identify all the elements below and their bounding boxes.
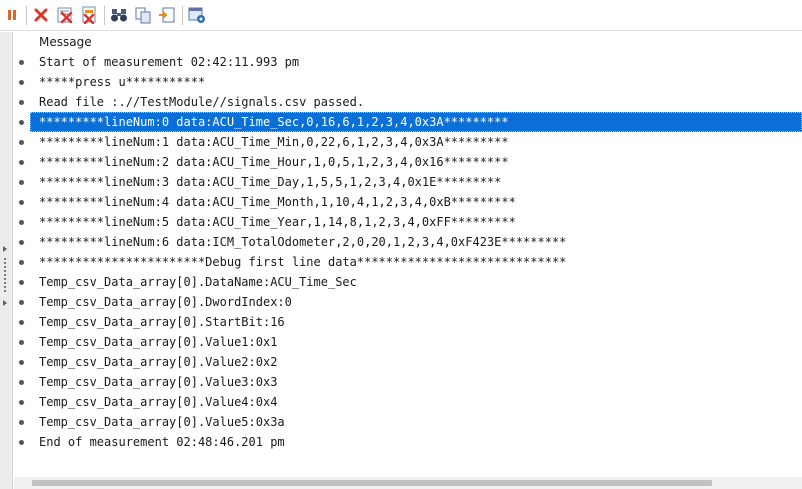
row-bullet-icon [19,80,24,85]
log-row[interactable]: Start of measurement 02:42:11.993 pm [14,52,802,72]
row-bullet-icon [19,300,24,305]
collapse-arrow-icon[interactable] [3,300,7,306]
grip-dot [4,274,6,276]
log-row[interactable]: Temp_csv_Data_array[0].Value1:0x1 [14,332,802,352]
clear-selected-icon[interactable] [80,6,98,25]
log-row-text: *********lineNum:4 data:ACU_Time_Month,1… [39,195,516,209]
log-row[interactable]: *********lineNum:5 data:ACU_Time_Year,1,… [14,212,802,232]
log-row-text: Temp_csv_Data_array[0].Value4:0x4 [39,395,278,409]
export-icon[interactable] [158,6,176,24]
log-row[interactable]: Temp_csv_Data_array[0].Value3:0x3 [14,372,802,392]
row-bullet-icon [19,240,24,245]
log-row[interactable]: End of measurement 02:48:46.201 pm [14,432,802,452]
expand-arrow-icon[interactable] [3,246,7,252]
log-row[interactable]: Temp_csv_Data_array[0].DwordIndex:0 [14,292,802,312]
row-bullet-icon [19,380,24,385]
grip-dot [4,270,6,272]
grip-dot [4,258,6,260]
row-bullet-icon [19,440,24,445]
grip-dot [4,266,6,268]
log-row[interactable]: *********lineNum:4 data:ACU_Time_Month,1… [14,192,802,212]
left-splitter-bar[interactable] [0,32,13,489]
scrollbar-thumb[interactable] [32,480,712,486]
grip-dot [4,290,6,292]
log-row-text: ***********************Debug first line … [39,255,567,269]
row-bullet-icon [19,340,24,345]
log-row-text: Temp_csv_Data_array[0].DwordIndex:0 [39,295,292,309]
toolbar-separator [104,6,105,25]
row-bullet-icon [19,400,24,405]
row-bullet-icon [19,220,24,225]
log-row[interactable]: ***********************Debug first line … [14,252,802,272]
find-icon[interactable] [110,6,128,24]
log-row[interactable]: *********lineNum:1 data:ACU_Time_Min,0,2… [14,132,802,152]
log-row-text: Temp_csv_Data_array[0].DataName:ACU_Time… [39,275,357,289]
log-row[interactable]: Temp_csv_Data_array[0].Value5:0x3a [14,412,802,432]
log-row-text: Temp_csv_Data_array[0].Value5:0x3a [39,415,285,429]
properties-icon[interactable] [188,6,206,24]
log-row[interactable]: *********lineNum:6 data:ICM_TotalOdomete… [14,232,802,252]
row-bullet-icon [19,140,24,145]
row-bullet-icon [19,260,24,265]
pause-icon[interactable] [3,6,21,24]
log-row[interactable]: Temp_csv_Data_array[0].DataName:ACU_Time… [14,272,802,292]
toolbar [0,0,802,31]
log-row[interactable]: Temp_csv_Data_array[0].StartBit:16 [14,312,802,332]
toolbar-separator [182,6,183,25]
row-bullet-icon [19,200,24,205]
log-row-text: *****press u*********** [39,75,206,89]
row-bullet-icon [19,420,24,425]
grip-dot [4,262,6,264]
grip-dot [4,282,6,284]
column-header-message[interactable]: Message [39,35,92,51]
row-bullet-icon [19,180,24,185]
clear-icon[interactable] [32,6,50,24]
log-row[interactable]: *********lineNum:2 data:ACU_Time_Hour,1,… [14,152,802,172]
log-row-text: *********lineNum:3 data:ACU_Time_Day,1,5… [39,175,502,189]
row-bullet-icon [19,360,24,365]
grip-dot [4,278,6,280]
copy-icon[interactable] [134,6,152,24]
log-row[interactable]: Temp_csv_Data_array[0].Value4:0x4 [14,392,802,412]
row-bullet-icon [19,60,24,65]
log-row-text: Temp_csv_Data_array[0].Value2:0x2 [39,355,278,369]
log-row-text: *********lineNum:5 data:ACU_Time_Year,1,… [39,215,516,229]
grip-dot [4,286,6,288]
log-row-text: Start of measurement 02:42:11.993 pm [39,55,300,69]
log-row-text: *********lineNum:0 data:ACU_Time_Sec,0,1… [39,115,509,129]
log-row[interactable]: *****press u*********** [14,72,802,92]
row-bullet-icon [19,120,24,125]
log-row-text: *********lineNum:1 data:ACU_Time_Min,0,2… [39,135,509,149]
log-row-text: End of measurement 02:48:46.201 pm [39,435,285,449]
row-bullet-icon [19,160,24,165]
log-row-text: Temp_csv_Data_array[0].Value3:0x3 [39,375,278,389]
horizontal-scrollbar[interactable] [14,477,802,489]
log-row-text: *********lineNum:2 data:ACU_Time_Hour,1,… [39,155,509,169]
clear-all-icon[interactable] [56,6,74,24]
row-bullet-icon [19,280,24,285]
log-row[interactable]: *********lineNum:0 data:ACU_Time_Sec,0,1… [19,112,802,132]
toolbar-separator [26,6,27,25]
row-bullet-icon [19,100,24,105]
log-row[interactable]: *********lineNum:3 data:ACU_Time_Day,1,5… [14,172,802,192]
row-bullet-icon [19,320,24,325]
log-row-text: *********lineNum:6 data:ICM_TotalOdomete… [39,235,567,249]
log-row[interactable]: Read file :.//TestModule//signals.csv pa… [14,92,802,112]
log-row-text: Temp_csv_Data_array[0].StartBit:16 [39,315,285,329]
log-row[interactable]: Temp_csv_Data_array[0].Value2:0x2 [14,352,802,372]
message-log[interactable]: Start of measurement 02:42:11.993 pm ****… [14,52,802,452]
log-row-text: Read file :.//TestModule//signals.csv pa… [39,95,365,109]
log-row-text: Temp_csv_Data_array[0].Value1:0x1 [39,335,278,349]
